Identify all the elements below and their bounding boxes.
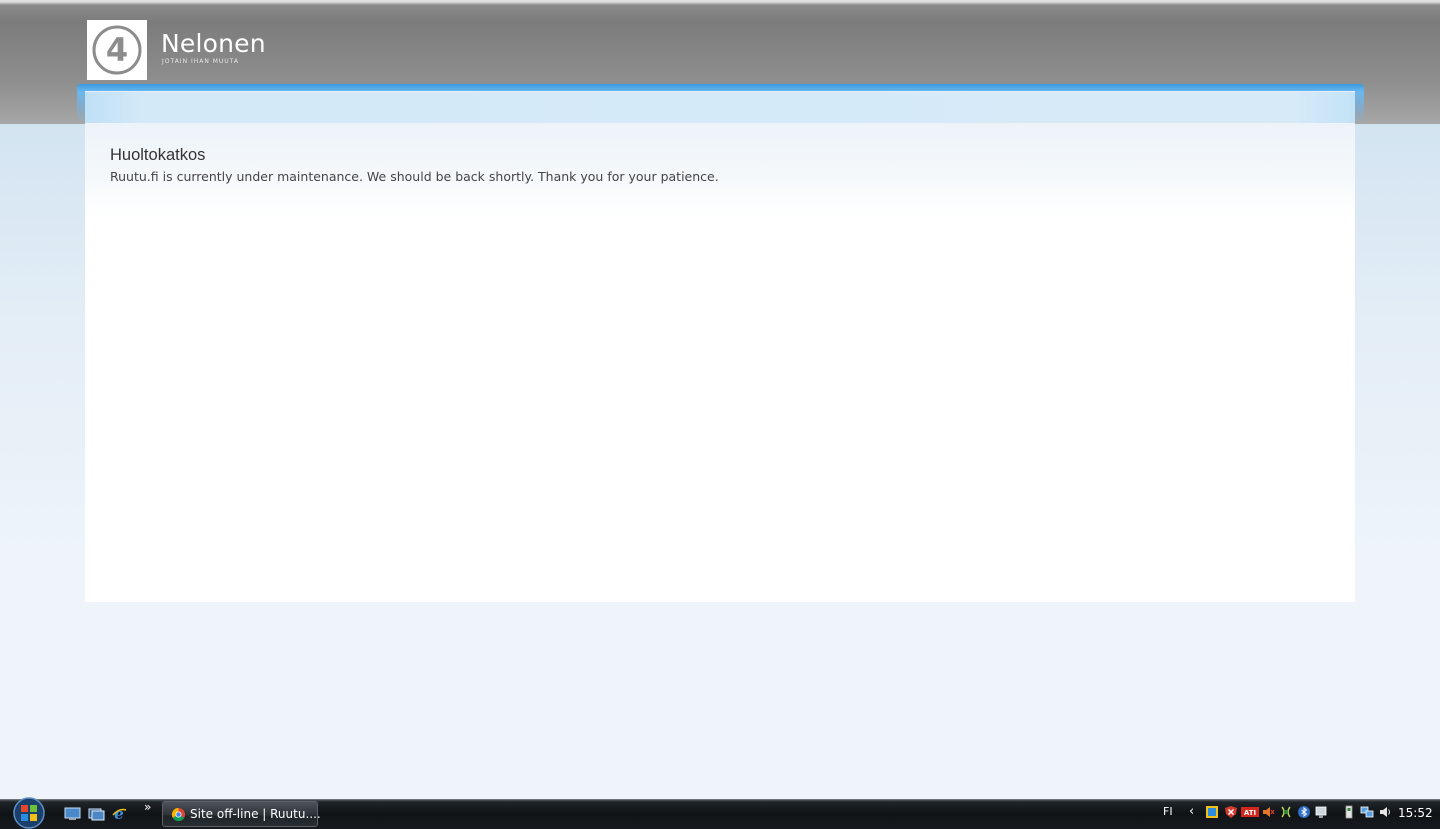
brand-tagline: JOTAIN IHAN MUUTA (162, 58, 240, 65)
network-connection-icon[interactable] (1360, 805, 1374, 819)
content-panel: Huoltokatkos Ruutu.fi is currently under… (85, 91, 1355, 602)
taskbar-item-chrome[interactable]: Site off-line | Ruutu.... (162, 801, 321, 827)
logo-glyph: 4 (106, 31, 128, 69)
internet-explorer-icon[interactable]: e (111, 805, 128, 823)
display-icon[interactable] (1314, 805, 1328, 819)
svg-text:e: e (114, 806, 124, 821)
windows-update-icon[interactable] (1205, 805, 1219, 819)
quicklaunch-more-button[interactable]: » (144, 800, 151, 814)
start-button[interactable] (9, 796, 49, 829)
taskbar-item-label: Site off-line | Ruutu.... (190, 807, 321, 821)
clock[interactable]: 15:52 (1398, 806, 1433, 820)
panel-header-bar (85, 91, 1355, 123)
nelonen-logo[interactable]: 4 (87, 20, 147, 80)
usb-device-icon[interactable] (1342, 805, 1356, 819)
svg-text:ATI: ATI (1244, 809, 1256, 817)
security-alert-icon[interactable] (1224, 805, 1238, 819)
brand-name[interactable]: Nelonen (161, 29, 266, 58)
windows-orb-icon (13, 797, 45, 829)
ati-icon[interactable]: ATI (1241, 805, 1259, 819)
logo-circle-icon: 4 (92, 25, 142, 75)
language-indicator[interactable]: FI (1163, 805, 1173, 818)
volume-icon[interactable] (1378, 805, 1392, 819)
network-icon[interactable] (1279, 805, 1293, 819)
page-title: Huoltokatkos (110, 146, 206, 164)
tray-expand-button[interactable]: ‹ (1189, 804, 1194, 819)
chrome-icon (171, 807, 186, 822)
switch-windows-icon[interactable] (88, 806, 105, 821)
maintenance-message: Ruutu.fi is currently under maintenance.… (110, 169, 719, 184)
show-desktop-icon[interactable] (64, 806, 81, 821)
speaker-muted-icon[interactable] (1261, 805, 1275, 819)
bluetooth-icon[interactable] (1297, 805, 1311, 819)
